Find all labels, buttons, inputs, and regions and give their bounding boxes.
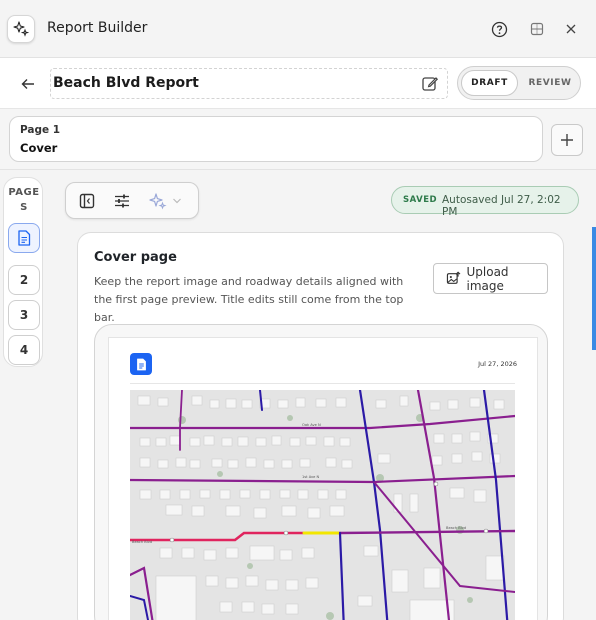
- preview-divider: [130, 383, 515, 384]
- report-title-bar: Beach Blvd Report DRAFT REVIEW: [0, 58, 596, 109]
- page-thumb-3[interactable]: 3: [8, 300, 40, 330]
- minimize-icon[interactable]: [527, 19, 547, 39]
- map-label: Oak Ave N: [302, 423, 321, 427]
- saved-badge: SAVED: [403, 195, 438, 205]
- report-title-field[interactable]: Beach Blvd Report: [50, 68, 448, 99]
- review-tab[interactable]: REVIEW: [522, 70, 578, 96]
- cover-description: Keep the report image and roadway detail…: [94, 275, 404, 324]
- scrollbar-thumb[interactable]: [592, 227, 596, 350]
- roadway-map-image: Oak Ave N 1st Ave N Beach Blvd Beach Blv…: [130, 390, 515, 620]
- add-page-button[interactable]: [551, 124, 583, 156]
- map-label: Beach Blvd: [446, 526, 466, 530]
- mode-toggle: DRAFT REVIEW: [457, 66, 581, 100]
- draft-tab[interactable]: DRAFT: [461, 70, 518, 96]
- map-label: 1st Ave N: [302, 475, 319, 479]
- page-selector-bar: Page 1 Cover: [0, 109, 596, 170]
- edit-icon[interactable]: [421, 75, 439, 93]
- page-thumb-1[interactable]: [8, 223, 40, 253]
- report-title[interactable]: Beach Blvd Report: [53, 75, 199, 91]
- upload-image-button[interactable]: Upload image: [433, 263, 548, 294]
- editor-workspace: PAGES 2 3 4 SAVED Autosaved Jul 27, 2:02…: [0, 170, 596, 620]
- sliders-icon[interactable]: [112, 191, 132, 211]
- spark-icon: [7, 15, 35, 43]
- help-icon[interactable]: [489, 19, 509, 39]
- ai-spark-icon[interactable]: [148, 191, 168, 211]
- current-page-card[interactable]: Page 1 Cover: [9, 116, 543, 162]
- page-number-label: Page 1: [20, 124, 61, 136]
- app-header: Report Builder: [0, 0, 596, 58]
- cover-title: Cover page: [94, 250, 177, 265]
- autosave-status: SAVED Autosaved Jul 27, 2:02 PM: [391, 186, 579, 218]
- preview-date: Jul 27, 2026: [478, 360, 517, 368]
- document-icon: [130, 353, 152, 375]
- page-thumb-2[interactable]: 2: [8, 265, 40, 295]
- plus-icon: [561, 134, 573, 146]
- close-icon[interactable]: [561, 19, 581, 39]
- page-name: Cover: [20, 141, 58, 155]
- page-thumb-4[interactable]: 4: [8, 335, 40, 365]
- map-label: Beach Blvd: [132, 540, 152, 544]
- editor-toolbar: [65, 182, 199, 219]
- upload-image-label: Upload image: [466, 264, 509, 293]
- page-preview-frame: Jul 27, 2026 Oak Ave N 1st Ave N Beach B…: [94, 324, 548, 620]
- cover-page-card: Cover page Keep the report image and roa…: [77, 232, 564, 620]
- back-arrow-icon[interactable]: [16, 72, 40, 96]
- pages-rail-label: PAGES: [8, 187, 40, 213]
- page-preview: Jul 27, 2026 Oak Ave N 1st Ave N Beach B…: [108, 337, 538, 620]
- document-icon: [18, 230, 31, 246]
- chevron-down-icon[interactable]: [170, 191, 184, 211]
- app-title: Report Builder: [47, 20, 148, 36]
- autosave-text: Autosaved Jul 27, 2:02 PM: [442, 194, 561, 218]
- sidebar-toggle-icon[interactable]: [77, 191, 97, 211]
- pages-rail: PAGES 2 3 4: [3, 177, 43, 367]
- image-upload-icon: [446, 271, 461, 284]
